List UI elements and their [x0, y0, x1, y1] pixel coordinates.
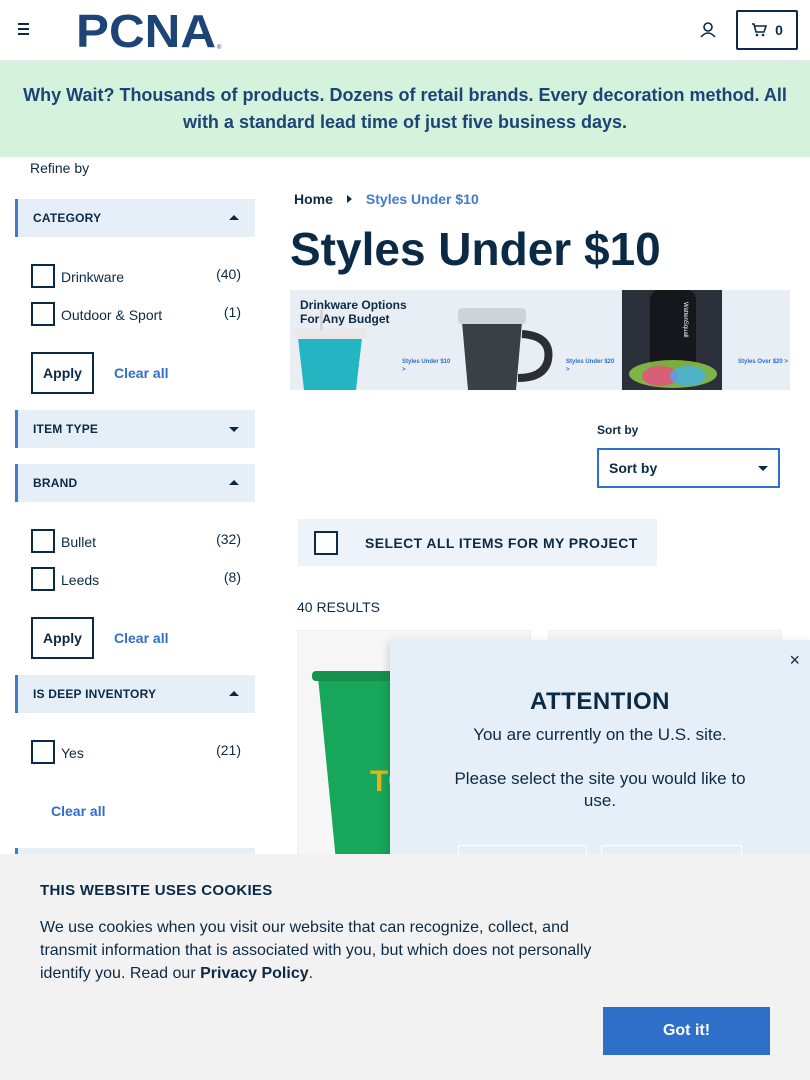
- caret-down-icon: [229, 427, 239, 432]
- caret-up-icon: [229, 480, 239, 485]
- select-all-checkbox[interactable]: [314, 530, 338, 555]
- sort-selected-value: Sort by: [609, 460, 658, 476]
- promo-banner: Why Wait? Thousands of products. Dozens …: [0, 61, 810, 157]
- option-count: (8): [223, 569, 241, 585]
- checkbox[interactable]: [31, 302, 55, 326]
- facet-category-title: CATEGORY: [33, 211, 102, 225]
- facet-deep-inventory-title: IS DEEP INVENTORY: [33, 687, 157, 701]
- breadcrumb-arrow-icon: [346, 195, 352, 203]
- page-title: Styles Under $10: [290, 223, 661, 275]
- modal-line-2: Please select the site you would like to…: [454, 769, 746, 810]
- hero-banner[interactable]: WattenSquall Drinkware Options For Any B…: [290, 290, 790, 390]
- logo-text: PCNA: [76, 9, 216, 51]
- hero-link-over-20[interactable]: Styles Over $20 >: [738, 358, 788, 366]
- option-count: (40): [216, 266, 241, 282]
- category-clear-all-link[interactable]: Clear all: [114, 365, 168, 381]
- option-count: (1): [223, 304, 241, 320]
- chevron-down-icon: [758, 466, 768, 471]
- hero-link-under-20[interactable]: Styles Under $20 >: [566, 358, 616, 374]
- facet-option-yes[interactable]: Yes (21): [31, 740, 241, 764]
- refine-by-label: Refine by: [30, 160, 90, 176]
- option-label: Outdoor & Sport: [61, 307, 163, 323]
- caret-up-icon: [229, 691, 239, 696]
- checkbox[interactable]: [31, 567, 55, 591]
- option-label: Yes: [61, 745, 84, 761]
- promo-text: Why Wait? Thousands of products. Dozens …: [23, 85, 787, 132]
- modal-body: You are currently on the U.S. site. Plea…: [450, 724, 750, 812]
- got-it-button[interactable]: Got it!: [603, 1007, 770, 1055]
- hero-heading: Drinkware Options For Any Budget: [300, 298, 407, 326]
- facet-option-drinkware[interactable]: Drinkware (40): [31, 264, 241, 288]
- facet-brand-header[interactable]: BRAND: [15, 464, 255, 502]
- option-label: Leeds: [61, 572, 100, 588]
- cookie-text: We use cookies when you visit our websit…: [40, 916, 610, 985]
- menu-line-3: [18, 33, 29, 35]
- hamburger-menu-icon[interactable]: [18, 20, 40, 40]
- menu-line-1: [18, 23, 29, 25]
- checkbox[interactable]: [31, 529, 55, 553]
- brand-clear-all-link[interactable]: Clear all: [114, 630, 168, 646]
- option-count: (21): [216, 742, 241, 758]
- modal-line-1: You are currently on the U.S. site.: [473, 725, 727, 744]
- cookie-title: THIS WEBSITE USES COOKIES: [40, 882, 273, 899]
- cookie-text-body: We use cookies when you visit our websit…: [40, 919, 592, 982]
- pcna-logo[interactable]: PCNA ®: [76, 9, 226, 51]
- cookie-text-end: .: [308, 965, 314, 982]
- cart-icon: [752, 23, 768, 37]
- checkbox[interactable]: [31, 264, 55, 288]
- option-label: Bullet: [61, 534, 97, 550]
- breadcrumb-home-link[interactable]: Home: [294, 191, 333, 207]
- option-count: (32): [216, 531, 241, 547]
- breadcrumb-current: Styles Under $10: [365, 191, 479, 207]
- facet-item-type-title: ITEM TYPE: [33, 422, 99, 436]
- brand-apply-button[interactable]: Apply: [31, 617, 94, 659]
- hero-link-under-10[interactable]: Styles Under $10 >: [402, 358, 452, 374]
- hero-bottle-brand: WattenSquall: [682, 302, 688, 337]
- breadcrumb: Home Styles Under $10: [294, 191, 479, 207]
- cart-button[interactable]: 0: [736, 10, 798, 50]
- facet-option-outdoor-sport[interactable]: Outdoor & Sport (1): [31, 302, 241, 326]
- site-selection-modal: × ATTENTION You are currently on the U.S…: [390, 640, 810, 885]
- facet-brand-title: BRAND: [33, 476, 78, 490]
- site-header: PCNA ® 0: [0, 0, 810, 61]
- facet-deep-inventory-header[interactable]: IS DEEP INVENTORY: [15, 675, 255, 713]
- menu-line-2: [18, 28, 29, 30]
- cookie-consent-bar: THIS WEBSITE USES COOKIES We use cookies…: [0, 854, 810, 1080]
- facet-option-leeds[interactable]: Leeds (8): [31, 567, 241, 591]
- cart-count: 0: [775, 22, 783, 38]
- facet-item-type-header[interactable]: ITEM TYPE: [15, 410, 255, 448]
- caret-up-icon: [229, 215, 239, 220]
- privacy-policy-link[interactable]: Privacy Policy: [200, 965, 309, 982]
- checkbox[interactable]: [31, 740, 55, 764]
- close-icon[interactable]: ×: [789, 650, 800, 671]
- deep-inventory-clear-all-link[interactable]: Clear all: [51, 803, 105, 819]
- results-count: 40 RESULTS: [297, 599, 380, 615]
- account-icon[interactable]: [698, 20, 718, 40]
- category-apply-button[interactable]: Apply: [31, 352, 94, 394]
- sort-by-label: Sort by: [597, 423, 639, 437]
- sort-by-select[interactable]: Sort by: [597, 448, 780, 488]
- modal-title: ATTENTION: [529, 688, 671, 715]
- svg-text:®: ®: [217, 44, 222, 51]
- facet-option-bullet[interactable]: Bullet (32): [31, 529, 241, 553]
- facet-category-header[interactable]: CATEGORY: [15, 199, 255, 237]
- select-all-label: SELECT ALL ITEMS FOR MY PROJECT: [365, 534, 638, 551]
- option-label: Drinkware: [61, 269, 125, 285]
- select-all-items-toggle[interactable]: SELECT ALL ITEMS FOR MY PROJECT: [298, 519, 657, 566]
